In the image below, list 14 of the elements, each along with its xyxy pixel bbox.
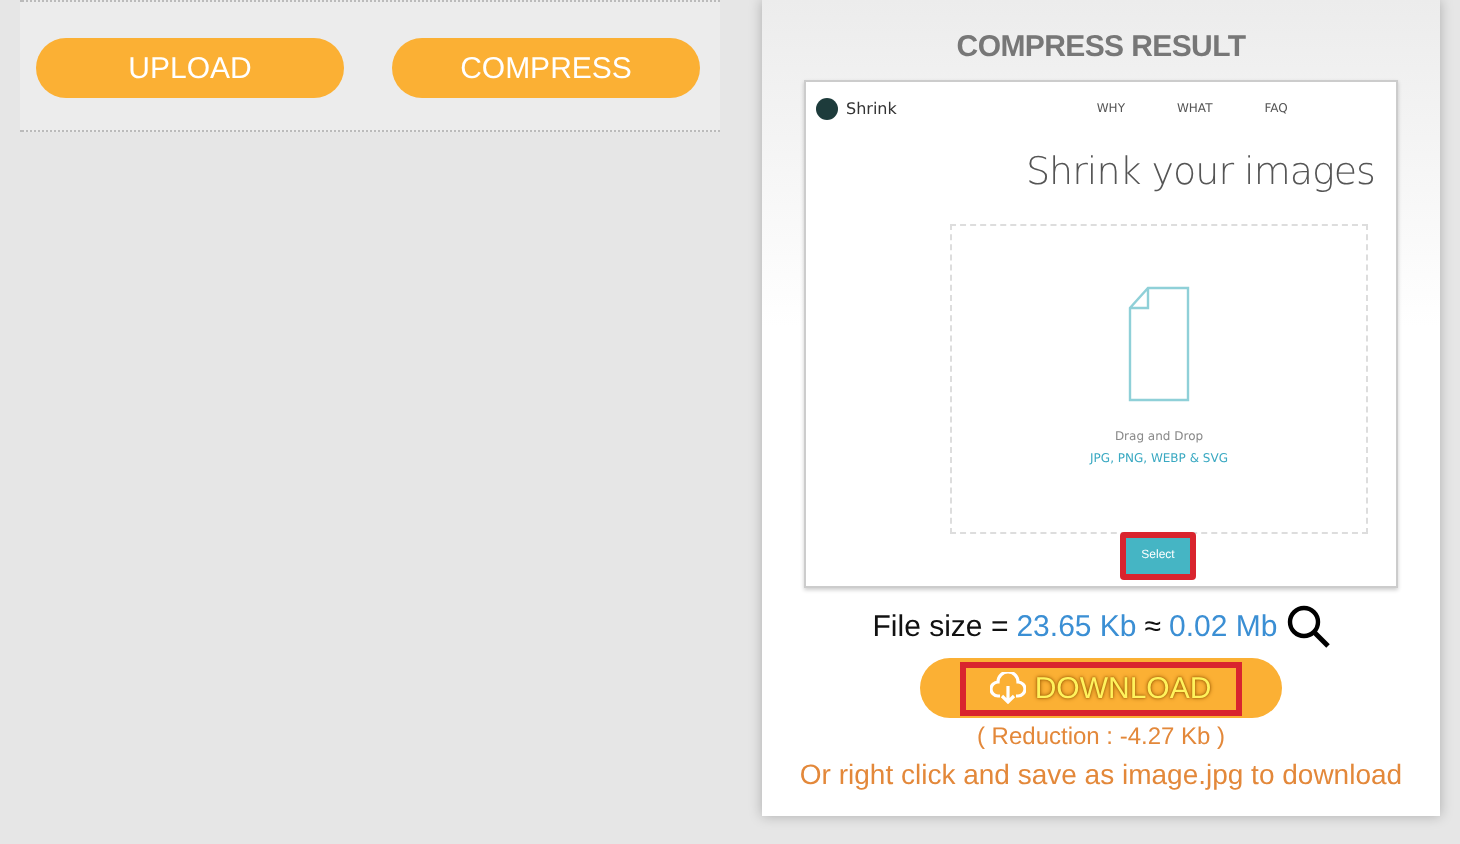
file-size-label: File size =	[872, 609, 1009, 643]
document-icon	[1128, 286, 1190, 402]
save-hint: Or right click and save as image.jpg to download	[799, 758, 1403, 790]
logo-text: Shrink	[846, 99, 897, 117]
result-title: COMPRESS RESULT	[956, 30, 1246, 64]
compressed-size: 0.02 Mb	[1169, 609, 1278, 643]
logo-icon	[816, 97, 838, 119]
search-icon[interactable]	[1285, 604, 1330, 648]
reduction-text: ( Reduction : -4.27 Kb )	[976, 722, 1226, 750]
cloud-download-icon	[990, 672, 1027, 704]
approx-sign: ≈	[1144, 609, 1162, 643]
download-label: DOWNLOAD	[1034, 671, 1212, 705]
original-size: 23.65 Kb	[1016, 609, 1137, 643]
preview-heading: Shrink your images	[1026, 150, 1377, 194]
